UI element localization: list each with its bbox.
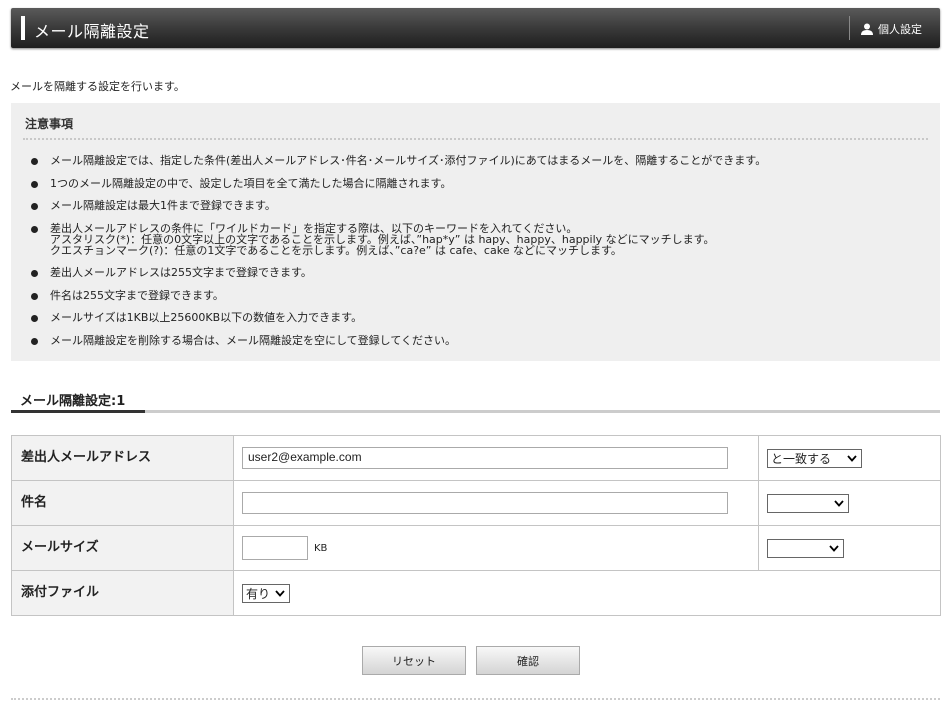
note-item: メール隔離設定を削除する場合は、メール隔離設定を空にして登録してください。 [31, 335, 921, 346]
intro-text: メールを隔離する設定を行います。 [10, 80, 185, 93]
size-label: メールサイズ [11, 525, 234, 571]
chevron-down-icon [834, 500, 844, 508]
notes-title: 注意事項 [25, 117, 74, 131]
size-condition-select[interactable] [767, 539, 844, 559]
page-header: メール隔離設定 個人設定 [11, 8, 940, 48]
chevron-down-icon [847, 454, 857, 462]
page-title: メール隔離設定 [34, 22, 150, 41]
section-title: メール隔離設定:1 [20, 394, 126, 409]
title-accent-bar [21, 16, 25, 40]
header-divider [849, 16, 850, 40]
note-item: 1つのメール隔離設定の中で、設定した項目を全て満たした場合に隔離されます。 [31, 178, 921, 189]
confirm-button[interactable]: 確認 [476, 646, 580, 675]
size-unit: KB [314, 542, 328, 554]
user-icon [861, 23, 873, 35]
table-row: 差出人メールアドレス user2@example.com と一致する [11, 435, 941, 481]
size-input[interactable] [242, 536, 308, 560]
section-underline-accent [11, 410, 145, 413]
attachment-label: 添付ファイル [11, 570, 234, 616]
chevron-down-icon [275, 589, 285, 597]
attachment-select[interactable]: 有り [242, 583, 290, 603]
note-item: 差出人メールアドレスは255文字まで登録できます。 [31, 267, 921, 278]
table-row: メールサイズ KB [11, 525, 941, 571]
chevron-down-icon [829, 545, 839, 553]
notes-box: 注意事項 メール隔離設定では、指定した条件(差出人メールアドレス･件名･メールサ… [11, 103, 940, 361]
subject-input[interactable] [242, 492, 728, 514]
personal-settings-link[interactable]: 個人設定 [861, 21, 922, 37]
note-item: メール隔離設定は最大1件まで登録できます。 [31, 200, 921, 211]
note-item: 差出人メールアドレスの条件に「ワイルドカード」を指定する際は、以下のキーワードを… [31, 223, 921, 256]
table-row: 添付ファイル 有り [11, 570, 941, 616]
subject-label: 件名 [11, 480, 234, 526]
note-item: 件名は255文字まで登録できます。 [31, 290, 921, 301]
reset-button[interactable]: リセット [362, 646, 466, 675]
note-item: メールサイズは1KB以上25600KB以下の数値を入力できます。 [31, 312, 921, 323]
notes-divider [23, 138, 928, 140]
footer-divider [11, 698, 940, 700]
quarantine-form-table: 差出人メールアドレス user2@example.com と一致する 件名 メー… [11, 435, 941, 616]
sender-label: 差出人メールアドレス [11, 435, 234, 481]
sender-match-select[interactable]: と一致する [767, 448, 862, 468]
personal-settings-label: 個人設定 [878, 23, 922, 36]
table-row: 件名 [11, 480, 941, 526]
section-underline [11, 410, 940, 413]
note-item: メール隔離設定では、指定した条件(差出人メールアドレス･件名･メールサイズ･添付… [31, 155, 921, 166]
sender-address-input[interactable]: user2@example.com [242, 447, 728, 469]
subject-match-select[interactable] [767, 494, 849, 514]
notes-list: メール隔離設定では、指定した条件(差出人メールアドレス･件名･メールサイズ･添付… [31, 155, 921, 357]
